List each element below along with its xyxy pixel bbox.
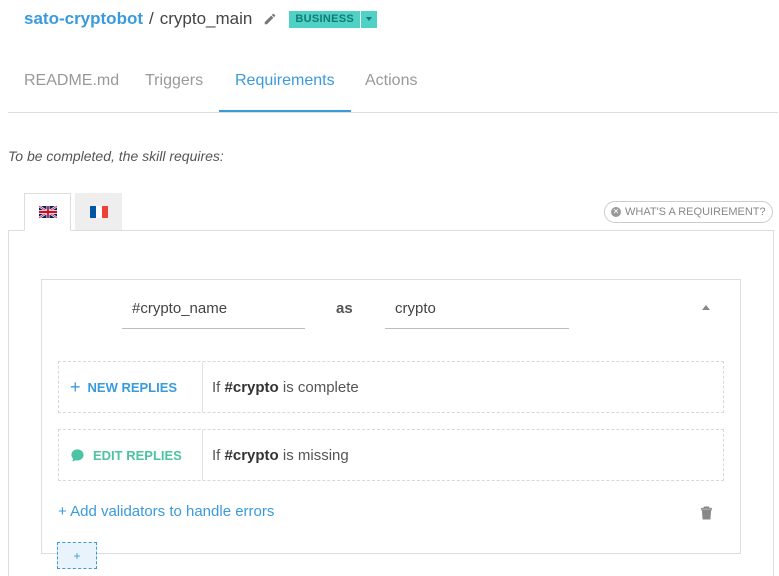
- chat-bubble-icon: [70, 448, 85, 463]
- pencil-icon[interactable]: [263, 12, 277, 26]
- tab-readme[interactable]: README.md: [24, 52, 119, 112]
- whats-a-requirement-button[interactable]: ✕ WHAT'S A REQUIREMENT?: [604, 201, 773, 223]
- entity-input[interactable]: #crypto_name: [122, 281, 305, 329]
- tab-triggers[interactable]: Triggers: [145, 52, 203, 112]
- breadcrumb-separator: /: [149, 9, 154, 28]
- new-replies-button[interactable]: + NEW REPLIES: [59, 362, 203, 412]
- chevron-down-icon[interactable]: [359, 10, 377, 28]
- trash-icon[interactable]: [700, 505, 713, 521]
- plan-badge-label: BUSINESS: [289, 10, 360, 28]
- missing-condition: If #crypto is missing: [203, 447, 349, 464]
- tab-actions[interactable]: Actions: [365, 52, 417, 112]
- edit-replies-button[interactable]: EDIT REPLIES: [59, 430, 203, 480]
- condition-suffix: is missing: [278, 446, 349, 464]
- plus-icon: +: [70, 377, 81, 397]
- france-flag-icon: [89, 206, 108, 218]
- uk-flag-icon: [38, 206, 57, 218]
- condition-variable: #crypto: [224, 378, 279, 396]
- condition-prefix: If: [212, 446, 225, 464]
- add-requirement-button[interactable]: +: [57, 542, 97, 569]
- skill-name: crypto_main: [159, 9, 253, 28]
- whats-a-requirement-label: WHAT'S A REQUIREMENT?: [625, 206, 766, 218]
- edit-replies-label: EDIT REPLIES: [93, 447, 182, 463]
- alias-input[interactable]: crypto: [385, 281, 569, 329]
- plan-badge[interactable]: BUSINESS: [289, 10, 377, 28]
- skill-header: sato-cryptobot / crypto_main BUSINESS: [24, 8, 377, 30]
- new-replies-label: NEW REPLIES: [87, 379, 178, 395]
- as-label: as: [336, 300, 353, 317]
- condition-suffix: is complete: [278, 378, 359, 396]
- tab-requirements[interactable]: Requirements: [219, 52, 351, 112]
- collapse-caret-icon[interactable]: [702, 305, 710, 310]
- language-tab-english[interactable]: [24, 193, 71, 231]
- bot-name-link[interactable]: sato-cryptobot: [24, 9, 143, 29]
- condition-prefix: If: [212, 378, 225, 396]
- edit-replies-row: EDIT REPLIES If #crypto is missing: [58, 429, 724, 481]
- skill-tabs: README.md Triggers Requirements Actions: [8, 52, 778, 113]
- complete-condition: If #crypto is complete: [203, 379, 359, 396]
- condition-variable: #crypto: [224, 446, 279, 464]
- new-replies-row: + NEW REPLIES If #crypto is complete: [58, 361, 724, 413]
- requirements-intro: To be completed, the skill requires:: [8, 148, 224, 164]
- language-tab-french[interactable]: [75, 193, 122, 231]
- add-validators-link[interactable]: + Add validators to handle errors: [58, 503, 274, 520]
- close-circle-icon: ✕: [611, 207, 621, 217]
